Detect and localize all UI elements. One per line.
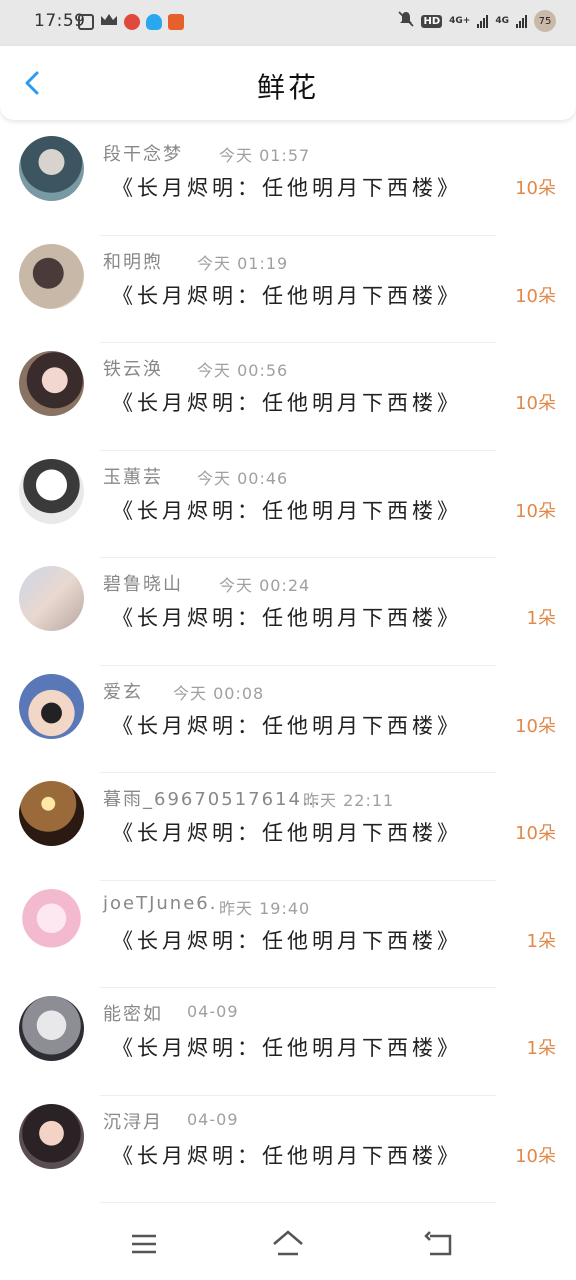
list-item[interactable]: 碧鲁晓山 今天 00:24 《长月烬明：任他明月下西楼》 1朵	[0, 558, 576, 666]
gift-time: 04-09	[187, 1109, 239, 1129]
signal-icon-2	[516, 14, 527, 28]
list-item[interactable]: 和明煦 今天 01:19 《长月烬明：任他明月下西楼》 10朵	[0, 236, 576, 343]
flower-count: 10朵	[515, 285, 556, 307]
list-item[interactable]: joeTJune6. 昨天 19:40 《长月烬明：任他明月下西楼》 1朵	[0, 881, 576, 988]
status-bar: 17:59 HD 4G+ 4G 75	[0, 0, 576, 46]
book-title: 《长月烬明：任他明月下西楼》	[112, 606, 462, 630]
book-title: 《长月烬明：任他明月下西楼》	[112, 928, 462, 953]
avatar[interactable]	[19, 1103, 84, 1169]
book-title: 《长月烬明：任他明月下西楼》	[112, 713, 462, 738]
user-name: 段干念梦	[103, 144, 183, 165]
notification-icons	[78, 12, 184, 31]
list-item[interactable]: 沉浔月 04-09 《长月烬明：任他明月下西楼》 10朵	[0, 1096, 576, 1203]
list-item[interactable]: 玉蕙芸 今天 00:46 《长月烬明：任他明月下西楼》 10朵	[0, 451, 576, 558]
user-name: 碧鲁晓山	[103, 574, 183, 595]
gift-time: 今天 01:19	[197, 253, 289, 273]
network-4gplus-label: 4G+	[449, 16, 471, 26]
signal-icon-1	[477, 14, 489, 28]
list-item[interactable]: 铁云涣 今天 00:56 《长月烬明：任他明月下西楼》 10朵	[0, 343, 576, 451]
flower-count: 10朵	[515, 500, 556, 522]
user-name: 暮雨_69670517614…	[103, 789, 322, 810]
weibo-icon	[124, 13, 140, 30]
flower-count: 10朵	[515, 823, 556, 844]
avatar[interactable]	[19, 458, 84, 524]
app-header: 鲜花	[0, 46, 576, 120]
flower-count: 1朵	[526, 608, 556, 629]
home-button[interactable]	[268, 1224, 308, 1264]
user-name: joeTJune6.	[103, 892, 218, 914]
avatar[interactable]	[19, 243, 84, 309]
return-icon	[424, 1231, 452, 1256]
book-title: 《长月烬明：任他明月下西楼》	[112, 1036, 462, 1060]
gift-time: 04-09	[187, 1002, 239, 1021]
system-nav-bar	[0, 1208, 576, 1280]
flower-count: 10朵	[515, 715, 556, 737]
app-notification-icon	[78, 13, 94, 30]
list-item[interactable]: 爱玄 今天 00:08 《长月烬明：任他明月下西楼》 10朵	[0, 666, 576, 773]
flower-count: 10朵	[515, 393, 556, 414]
menu-icon	[132, 1234, 156, 1254]
user-name: 爱玄	[103, 681, 143, 703]
flower-count: 10朵	[515, 1145, 556, 1167]
flower-count: 10朵	[515, 178, 556, 199]
book-title: 《长月烬明：任他明月下西楼》	[112, 498, 462, 523]
hd-icon: HD	[421, 14, 443, 28]
status-right: HD 4G+ 4G 75	[398, 10, 556, 32]
list-item[interactable]: 暮雨_69670517614… 昨天 22:11 《长月烬明：任他明月下西楼》 10朵	[0, 773, 576, 881]
network-4g-label: 4G	[495, 16, 509, 26]
book-title: 《长月烬明：任他明月下西楼》	[112, 176, 462, 200]
list-item[interactable]: 段干念梦 今天 01:57 《长月烬明：任他明月下西楼》 10朵	[0, 128, 576, 236]
flower-count: 1朵	[526, 1038, 556, 1059]
avatar[interactable]	[19, 781, 84, 846]
avatar[interactable]	[19, 996, 84, 1061]
flower-gift-list: 段干念梦 今天 01:57 《长月烬明：任他明月下西楼》 10朵 和明煦 今天 01:19…	[0, 128, 576, 1203]
page-title: 鲜花	[256, 71, 319, 104]
avatar[interactable]	[19, 566, 84, 631]
user-name: 玉蕙芸	[103, 466, 163, 488]
gift-time: 今天 00:24	[219, 576, 311, 595]
user-name: 能密如	[103, 1004, 163, 1025]
book-title: 《长月烬明：任他明月下西楼》	[112, 391, 462, 415]
flower-count: 1朵	[526, 930, 556, 952]
book-title: 《长月烬明：任他明月下西楼》	[112, 283, 462, 308]
book-title: 《长月烬明：任他明月下西楼》	[112, 821, 462, 845]
gift-time: 今天 00:08	[173, 683, 265, 703]
book-title: 《长月烬明：任他明月下西楼》	[112, 1143, 462, 1168]
gift-time: 今天 00:46	[197, 468, 289, 488]
divider	[100, 1202, 496, 1203]
back-nav-button[interactable]	[420, 1224, 460, 1264]
gift-time: 昨天 19:40	[219, 898, 311, 918]
mute-bell-icon	[398, 11, 415, 31]
user-name: 和明煦	[103, 251, 163, 273]
list-item[interactable]: 能密如 04-09 《长月烬明：任他明月下西楼》 1朵	[0, 988, 576, 1096]
avatar[interactable]	[19, 888, 84, 954]
avatar[interactable]	[19, 136, 84, 201]
crown-icon	[100, 12, 118, 31]
avatar[interactable]	[19, 673, 84, 739]
user-name: 沉浔月	[103, 1111, 163, 1133]
gift-time: 今天 01:57	[219, 146, 311, 165]
qq-icon	[146, 13, 162, 30]
home-icon	[273, 1230, 303, 1256]
avatar[interactable]	[19, 351, 84, 416]
gift-time: 昨天 22:11	[303, 791, 395, 810]
pumpkin-app-icon	[168, 13, 184, 30]
battery-indicator: 75	[534, 10, 556, 32]
menu-button[interactable]	[124, 1224, 164, 1264]
user-name: 铁云涣	[103, 359, 163, 380]
gift-time: 今天 00:56	[197, 361, 289, 380]
